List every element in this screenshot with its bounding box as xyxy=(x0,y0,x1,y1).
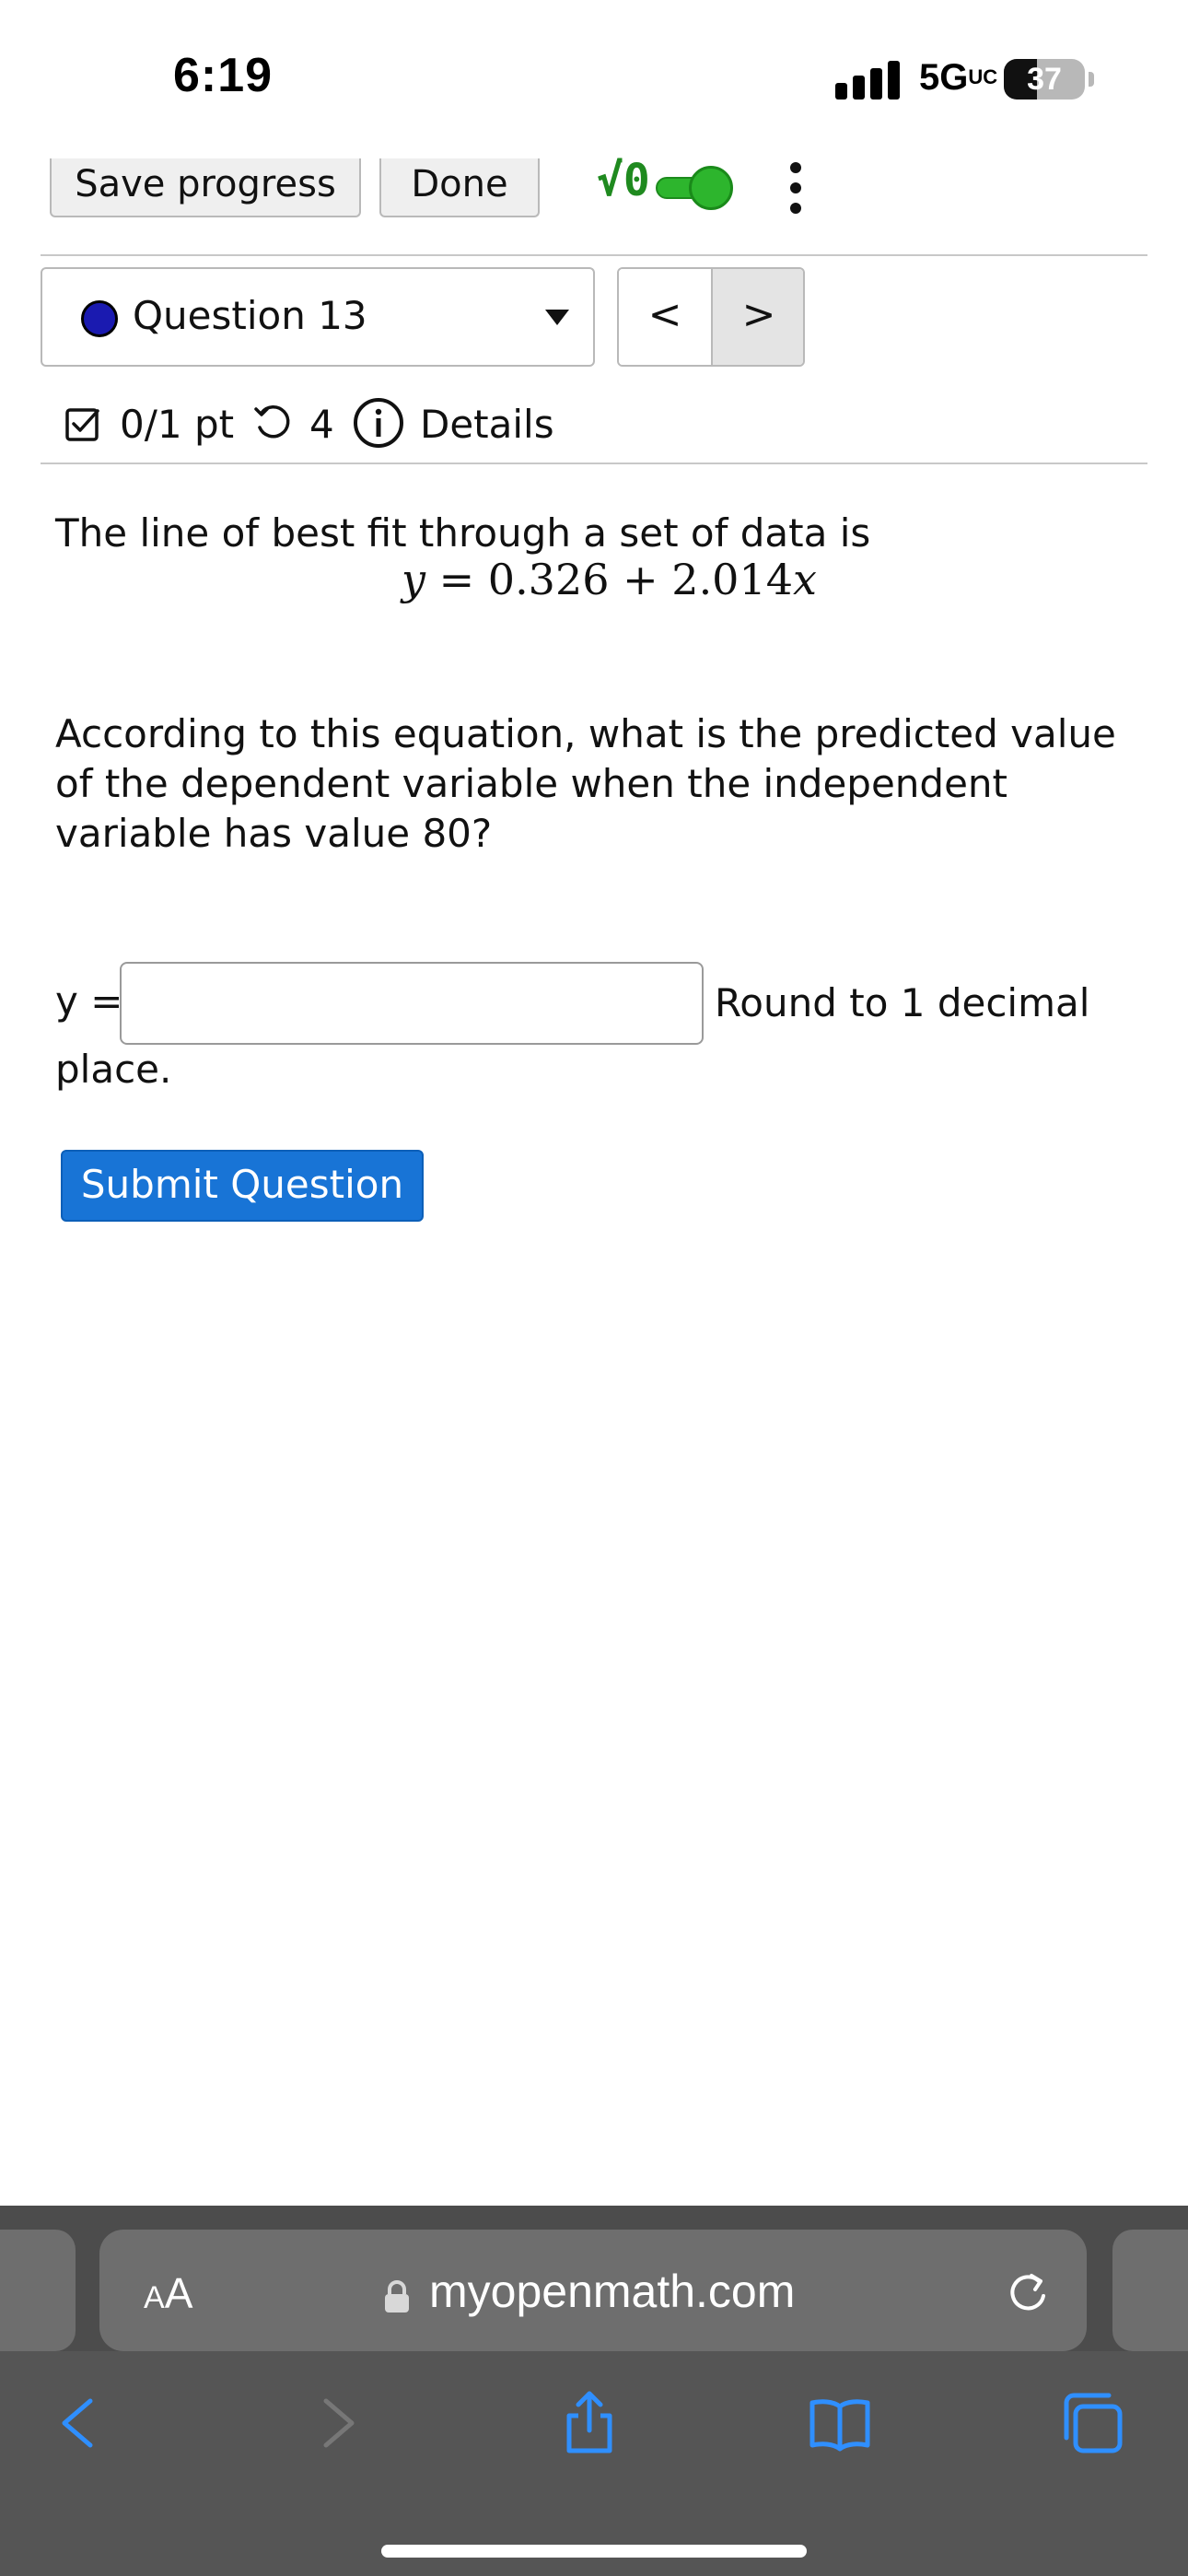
dropdown-caret-icon xyxy=(545,310,569,325)
equation-intercept: 0.326 xyxy=(487,555,610,604)
question-status-dot xyxy=(81,300,118,337)
home-indicator xyxy=(381,2545,807,2558)
answer-input[interactable] xyxy=(120,962,704,1045)
url-text: myopenmath.com xyxy=(429,2266,796,2317)
submit-question-button[interactable]: Submit Question xyxy=(61,1150,424,1222)
equation-slope: 2.014 xyxy=(671,555,793,604)
math-entry-toggle[interactable] xyxy=(656,166,733,210)
attempts-remaining: 4 xyxy=(309,402,334,447)
next-tab-preview[interactable] xyxy=(1112,2230,1188,2351)
battery-level: 37 xyxy=(1027,62,1062,97)
rounding-instruction-continued: place. xyxy=(55,1047,172,1092)
divider xyxy=(41,463,1147,464)
regression-equation: y = 0.326 + 2.014x xyxy=(402,555,817,604)
equation-lhs: y xyxy=(402,555,425,604)
more-options-icon[interactable] xyxy=(785,162,807,214)
info-icon[interactable] xyxy=(352,396,405,450)
cellular-signal-icon xyxy=(835,59,900,100)
previous-tab-preview[interactable] xyxy=(0,2230,76,2351)
equation-equals: = xyxy=(438,555,475,604)
address-bar[interactable]: AA myopenmath.com xyxy=(99,2230,1087,2351)
tabs-icon[interactable] xyxy=(1059,2390,1125,2456)
text-size-button[interactable]: AA xyxy=(144,2268,192,2318)
forward-arrow-icon[interactable] xyxy=(304,2390,370,2456)
reload-icon[interactable] xyxy=(1002,2268,1054,2320)
math-entry-toggle-label: √0 xyxy=(597,155,650,206)
question-intro: The line of best fit through a set of da… xyxy=(55,510,871,556)
equation-plus: + xyxy=(623,555,658,604)
score: 0/1 pt xyxy=(120,402,235,447)
equation-variable: x xyxy=(793,555,817,604)
browser-chrome: AA myopenmath.com xyxy=(0,2206,1188,2576)
save-progress-button[interactable]: Save progress xyxy=(50,158,361,217)
network-suffix: UC xyxy=(968,65,998,88)
status-time: 6:19 xyxy=(173,49,274,102)
question-nav: < > xyxy=(617,267,805,367)
done-button[interactable]: Done xyxy=(379,158,540,217)
divider xyxy=(41,254,1147,256)
checkbox-check-icon xyxy=(64,405,101,442)
share-icon[interactable] xyxy=(556,2390,623,2456)
answer-label: y = xyxy=(55,978,123,1024)
toggle-knob xyxy=(689,166,733,210)
question-select-value: Question 13 xyxy=(133,293,367,338)
details-link[interactable]: Details xyxy=(420,402,554,447)
next-question-button[interactable]: > xyxy=(711,269,803,365)
network-type: 5GUC xyxy=(919,57,998,98)
back-arrow-icon[interactable] xyxy=(46,2390,112,2456)
rounding-instruction: Round to 1 decimal xyxy=(715,980,1090,1025)
lock-icon xyxy=(383,2279,411,2314)
previous-question-button[interactable]: < xyxy=(619,269,711,365)
address-bar-area: AA myopenmath.com xyxy=(0,2206,1188,2351)
battery-tip xyxy=(1089,72,1094,87)
question-select[interactable]: Question 13 xyxy=(41,267,595,367)
question-prompt: According to this equation, what is the … xyxy=(55,711,1116,856)
retry-icon xyxy=(252,404,293,444)
bookmarks-icon[interactable] xyxy=(807,2390,873,2456)
battery-icon: 37 xyxy=(1004,59,1085,100)
